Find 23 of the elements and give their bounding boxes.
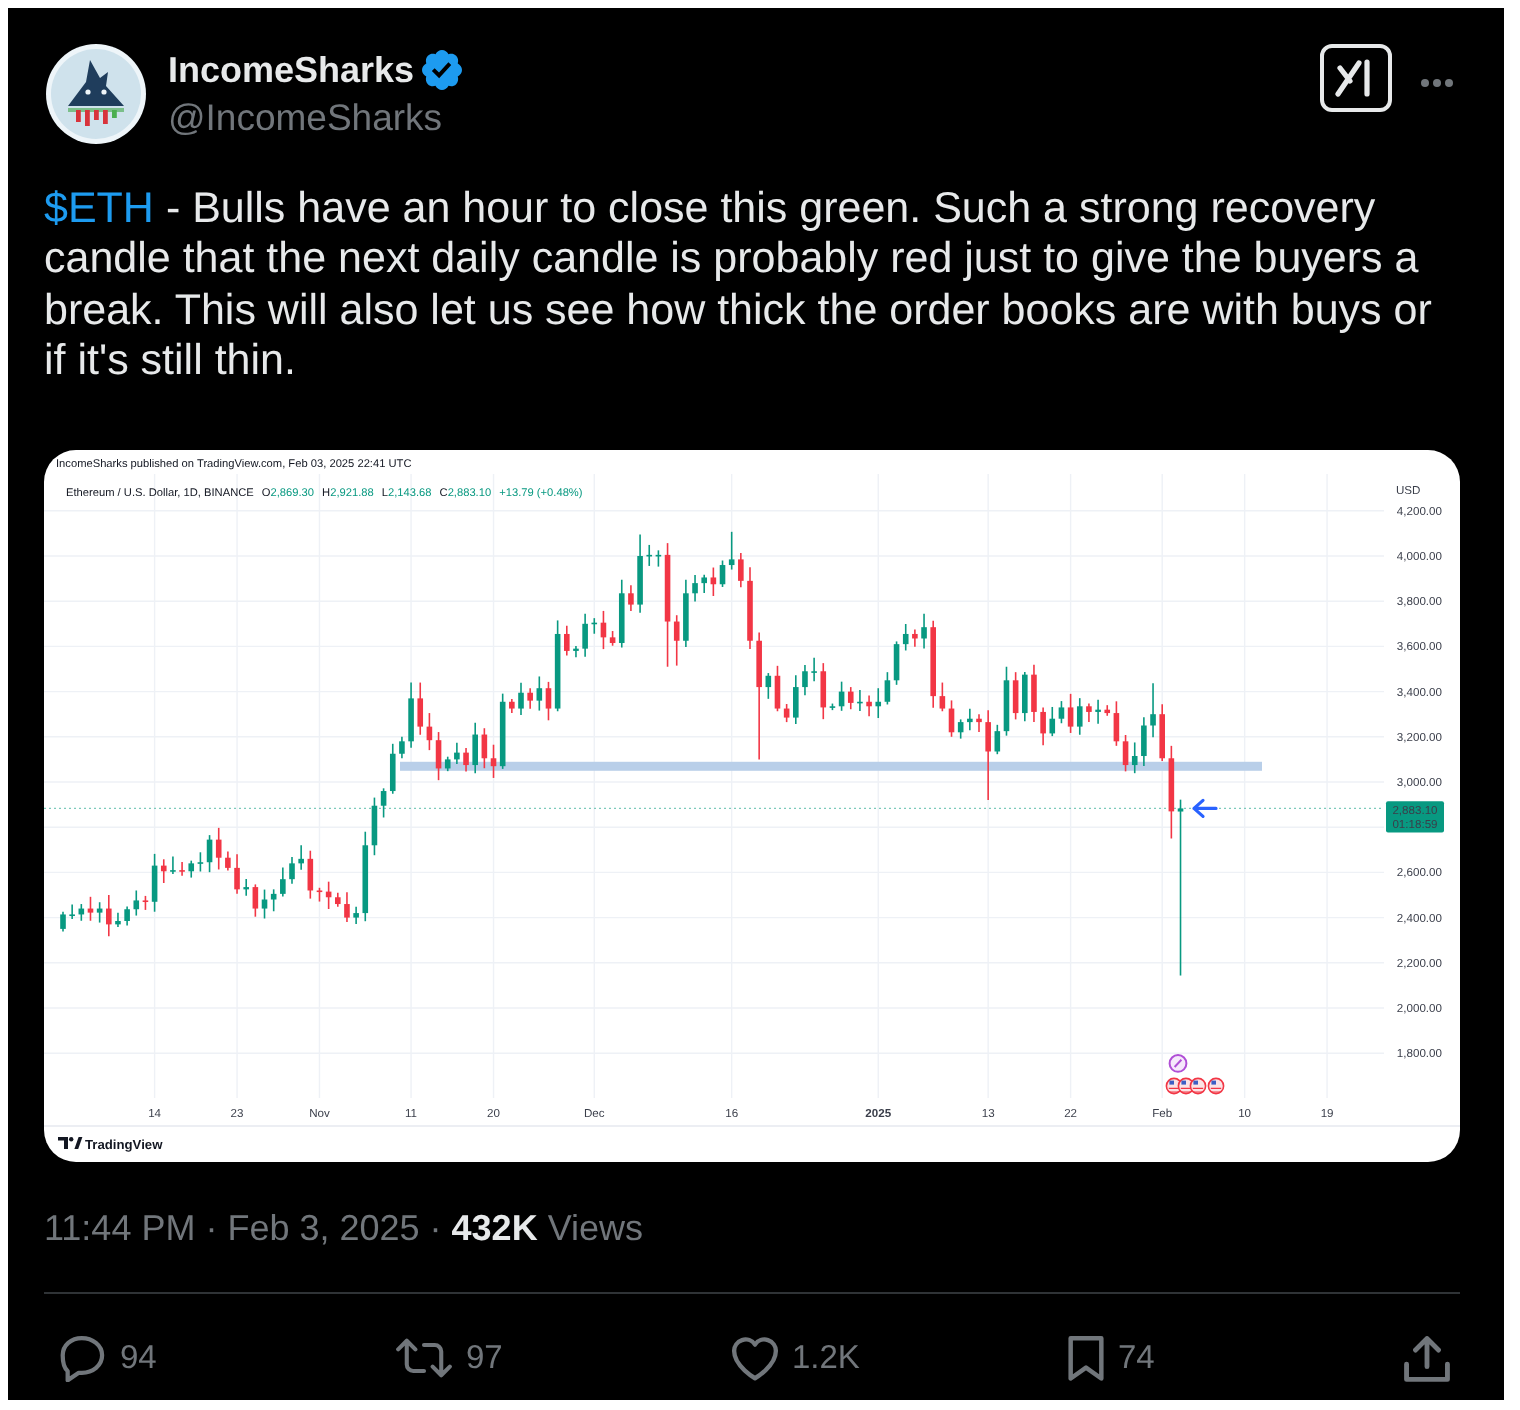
like-button[interactable]: 1.2K <box>732 1334 860 1383</box>
bookmark-button[interactable]: 74 <box>1068 1334 1155 1383</box>
author-name[interactable]: IncomeSharks <box>168 48 415 92</box>
shark-avatar-icon[interactable] <box>46 44 146 144</box>
author-handle[interactable]: @IncomeSharks <box>168 96 463 140</box>
slash-square-icon[interactable] <box>1320 44 1392 112</box>
more-icon[interactable] <box>1420 78 1454 88</box>
post-text: $ETH - Bulls have an hour to close this green. Such a strong recovery candle that the next daily candle is probably red just to give the buyers a break. This will also let us see how thick the order books are with buys or if it's still thin. <box>44 184 1434 387</box>
chart-image[interactable] <box>44 450 1460 1163</box>
reply-button[interactable]: 94 <box>60 1334 157 1383</box>
bookmark-icon <box>1068 1335 1104 1382</box>
heart-icon <box>732 1335 778 1382</box>
logo-icon <box>58 1137 83 1150</box>
repost-button[interactable]: 97 <box>396 1334 503 1383</box>
post-metadata: 11:44 PM · Feb 3, 2025 · 432K Views <box>44 1206 646 1253</box>
cashtag-link[interactable]: $ETH <box>44 184 154 232</box>
speech-bubble-icon <box>60 1335 106 1382</box>
flag-icon <box>1207 1078 1225 1095</box>
repost-arrows-icon <box>396 1338 452 1379</box>
event-icon <box>1168 1054 1188 1074</box>
flag-icon <box>1189 1078 1207 1095</box>
arrow-annotation <box>1192 799 1218 819</box>
upload-arrow-icon[interactable] <box>1404 1335 1450 1382</box>
